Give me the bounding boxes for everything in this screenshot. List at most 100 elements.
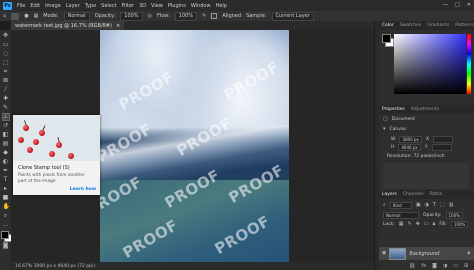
menu-type[interactable]: Type xyxy=(85,3,96,9)
clone-stamp-icon[interactable] xyxy=(11,12,20,20)
layer-opacity-input[interactable]: 100% xyxy=(445,212,463,219)
dodge-tool-icon[interactable]: ◐ xyxy=(3,159,9,165)
maximize-icon[interactable]: □ xyxy=(455,2,460,8)
menu-help[interactable]: Help xyxy=(216,3,227,9)
frame-tool-icon[interactable]: ⊠ xyxy=(3,78,9,84)
menu-window[interactable]: Window xyxy=(191,3,211,9)
object-selection-tool-icon[interactable]: ⬚ xyxy=(3,60,9,66)
fx-icon[interactable]: fx xyxy=(421,264,426,269)
height-input[interactable]: 4640 px xyxy=(398,144,421,151)
pressure-opacity-icon[interactable]: ◎ xyxy=(148,13,152,19)
menu-view[interactable]: View xyxy=(151,3,163,9)
menu-plugins[interactable]: Plugins xyxy=(168,3,186,9)
layer-name[interactable]: Background xyxy=(409,251,439,257)
new-layer-icon[interactable]: ⊞ xyxy=(464,264,468,269)
lock-paint-icon[interactable]: ✎ xyxy=(408,222,412,227)
gradient-tool-icon[interactable]: ▤ xyxy=(3,141,9,147)
filter-adjustment-icon[interactable]: ◑ xyxy=(425,203,429,208)
hand-tool-icon[interactable]: ✋ xyxy=(3,204,10,210)
learn-how-link[interactable]: Learn how xyxy=(70,187,96,192)
fill-input[interactable]: 100% xyxy=(450,221,469,228)
tab-channels[interactable]: Channels xyxy=(403,192,424,197)
tab-gradients[interactable]: Gradients xyxy=(427,23,449,28)
cherry xyxy=(23,125,29,131)
blend-mode-select[interactable]: Normal xyxy=(383,212,419,219)
tab-layers[interactable]: Layers xyxy=(382,192,397,197)
flow-field[interactable]: 100% xyxy=(174,11,198,21)
layer-row-background[interactable]: ◉ Background 🔒︎ xyxy=(379,247,474,260)
chevron-down-icon[interactable]: ▾ xyxy=(383,127,386,132)
home-icon[interactable]: ⌂ xyxy=(3,13,6,19)
eraser-tool-icon[interactable]: ◧ xyxy=(3,132,9,138)
close-icon[interactable]: ✕ xyxy=(467,2,471,8)
brush-tool-icon[interactable]: ✎ xyxy=(3,105,9,111)
color-swatches[interactable] xyxy=(1,231,12,242)
width-input[interactable]: 3000 px xyxy=(399,136,422,143)
menu-image[interactable]: Image xyxy=(45,3,61,9)
zoom-tool-icon[interactable]: ⌕ xyxy=(3,213,9,219)
menu-3d[interactable]: 3D xyxy=(139,3,146,9)
foreground-color-swatch[interactable] xyxy=(1,231,9,239)
filter-type-icon[interactable]: T xyxy=(433,203,436,208)
canvas-section[interactable]: ▾ Canvas xyxy=(383,127,406,133)
tab-adjustments[interactable]: Adjustments xyxy=(411,107,439,112)
lock-all-icon[interactable]: 🔒︎ xyxy=(433,222,436,227)
rectangle-tool-icon[interactable]: ■ xyxy=(3,195,9,201)
add-mask-icon[interactable]: ◙ xyxy=(432,264,437,269)
tab-color[interactable]: Color xyxy=(382,23,394,28)
tab-paths[interactable]: Paths xyxy=(430,192,442,197)
kind-filter-select[interactable]: Kind xyxy=(389,202,412,209)
tab-properties[interactable]: Properties xyxy=(382,107,405,112)
cherry xyxy=(27,147,33,153)
brush-size-icon[interactable]: ● xyxy=(24,13,28,19)
photoshop-logo[interactable]: Ps xyxy=(3,1,12,10)
history-brush-tool-icon[interactable]: ↺ xyxy=(3,123,9,129)
eyedropper-tool-icon[interactable]: ⁄ xyxy=(3,87,9,93)
blur-tool-icon[interactable]: ◆ xyxy=(3,150,9,156)
document-tab[interactable]: watermark test.jpg @ 16.7% (RGB/8#) × xyxy=(11,21,125,30)
opacity-field[interactable]: 100% xyxy=(120,11,143,21)
lasso-tool-icon[interactable]: ◌ xyxy=(3,51,9,57)
aligned-checkbox[interactable] xyxy=(211,13,218,19)
menu-edit[interactable]: Edit xyxy=(30,3,40,9)
filter-pixel-icon[interactable]: ▣ xyxy=(416,203,421,208)
panel-foreground-swatch[interactable] xyxy=(382,34,391,43)
tab-swatches[interactable]: Swatches xyxy=(400,23,422,28)
filter-smart-icon[interactable]: ▥ xyxy=(449,203,454,208)
y-input[interactable] xyxy=(431,144,452,151)
lock-position-icon[interactable]: ✥ xyxy=(416,222,420,227)
pen-tool-icon[interactable]: ✒ xyxy=(3,168,9,174)
filter-shape-icon[interactable]: ⬚ xyxy=(440,203,445,208)
lock-pixels-icon[interactable]: ▦ xyxy=(399,222,404,227)
move-tool-icon[interactable]: ✥ xyxy=(3,33,9,39)
x-input[interactable] xyxy=(432,136,453,143)
adjustment-layer-icon[interactable]: ◑ xyxy=(443,264,447,269)
quick-mask-icon[interactable]: ◙ xyxy=(3,243,9,249)
mode-select[interactable]: Normal xyxy=(63,11,90,21)
close-tab-icon[interactable]: × xyxy=(116,23,120,29)
minimize-icon[interactable]: — xyxy=(443,2,448,8)
healing-brush-tool-icon[interactable]: ✚ xyxy=(3,96,9,102)
clone-stamp-tool-icon[interactable]: ⊥ xyxy=(1,113,10,121)
menu-file[interactable]: File xyxy=(17,3,25,9)
menu-filter[interactable]: Filter xyxy=(122,3,134,9)
link-layers-icon[interactable]: ⛓ xyxy=(409,264,415,269)
lock-artboard-icon[interactable]: ▭ xyxy=(424,222,429,227)
hue-slider[interactable] xyxy=(467,34,471,94)
color-picker-field[interactable] xyxy=(394,34,466,94)
new-group-icon[interactable]: ▭ xyxy=(453,264,458,269)
visibility-eye-icon[interactable]: ◉ xyxy=(382,251,386,256)
type-tool-icon[interactable]: T xyxy=(3,177,9,183)
more-tools-icon[interactable]: … xyxy=(3,222,9,228)
path-selection-tool-icon[interactable]: ▸ xyxy=(3,186,9,192)
sample-select[interactable]: Current Layer xyxy=(271,11,314,21)
crop-tool-icon[interactable]: ⌗ xyxy=(3,69,9,75)
airbrush-icon[interactable]: ✎ xyxy=(202,13,206,19)
menu-select[interactable]: Select xyxy=(101,3,116,9)
document-image[interactable]: PROOF PROOF PROOF PROOF PROOF PROOF PROO… xyxy=(100,30,289,262)
tab-patterns[interactable]: Patterns xyxy=(455,23,474,28)
brush-settings-icon[interactable]: ▦ xyxy=(34,13,39,19)
artboard-tool-icon[interactable]: ▭ xyxy=(3,42,9,48)
menu-layer[interactable]: Layer xyxy=(66,3,80,9)
document-label: Document xyxy=(391,117,416,122)
